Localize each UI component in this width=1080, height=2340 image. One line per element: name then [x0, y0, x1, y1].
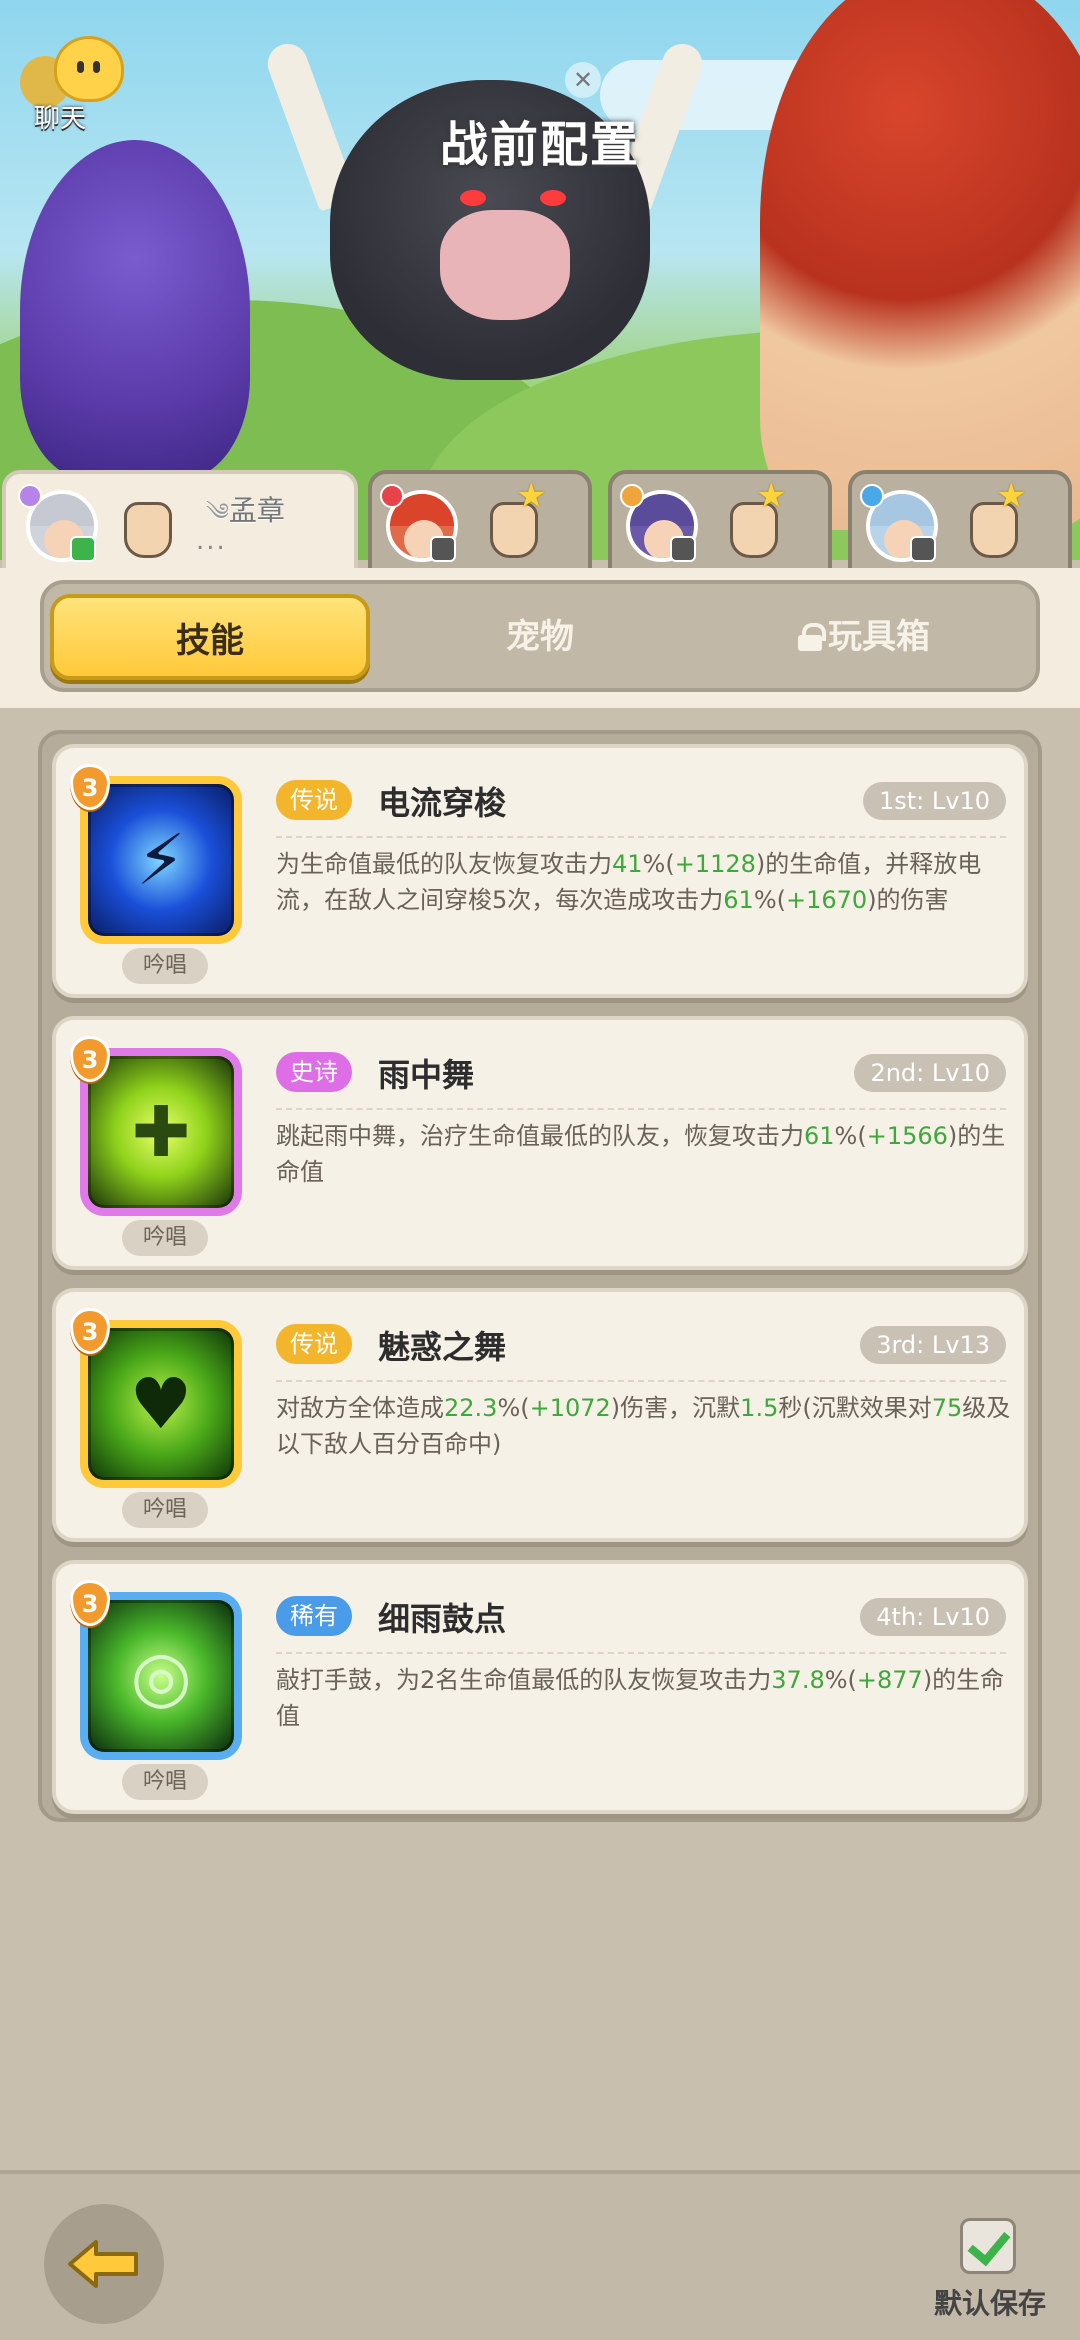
tab-toybox[interactable]: 玩具箱 — [704, 594, 1024, 680]
skill-slot-badge: 3rd: Lv13 — [860, 1326, 1006, 1364]
skill-slot-badge: 2nd: Lv10 — [854, 1054, 1006, 1092]
chat-badge-icon — [910, 536, 936, 562]
chat-badge-icon — [670, 536, 696, 562]
divider — [276, 1380, 1006, 1382]
rarity-badge: 传说 — [276, 780, 352, 820]
boar-eye — [540, 190, 566, 206]
tab-skills[interactable]: 技能 — [50, 594, 370, 680]
element-badge-icon — [380, 484, 404, 508]
chat-badge-icon — [70, 536, 96, 562]
element-badge-icon — [18, 484, 42, 508]
highlight-value: +1128 — [674, 850, 756, 878]
highlight-value: +1670 — [786, 886, 868, 914]
highlight-value: 1.5 — [740, 1394, 779, 1422]
tab-pets[interactable]: 宠物 — [380, 594, 700, 680]
skill-name: 电流穿梭 — [378, 784, 507, 822]
hero-tab-4[interactable]: ★ — [848, 470, 1072, 570]
hero-dots: ... — [196, 526, 227, 556]
description-text: 跳起雨中舞，治疗生命值最低的队友，恢复攻击力 — [276, 1122, 804, 1150]
highlight-value: 22.3 — [444, 1394, 498, 1422]
divider — [276, 836, 1006, 838]
skill-description: 跳起雨中舞，治疗生命值最低的队友，恢复攻击力61%(+1566)的生命值 — [276, 1118, 1014, 1190]
description-text: )的伤害 — [867, 886, 949, 914]
description-text: %( — [497, 1394, 530, 1422]
boar-snout — [440, 210, 570, 320]
divider — [276, 1652, 1006, 1654]
description-text: )伤害，沉默 — [610, 1394, 741, 1422]
description-text: %( — [834, 1122, 867, 1150]
lock-icon — [798, 623, 826, 651]
highlight-value: 41 — [612, 850, 643, 878]
highlight-value: +1566 — [866, 1122, 948, 1150]
description-text: %( — [753, 886, 786, 914]
hero-tab-2[interactable]: ★ — [368, 470, 592, 570]
boar-eye — [460, 190, 486, 206]
highlight-value: 61 — [723, 886, 754, 914]
skill-list: ⚡ 3 吟唱 传说 电流穿梭 1st: Lv10 为生命值最低的队友恢复攻击力4… — [38, 730, 1042, 1822]
red-hair-hero — [760, 0, 1080, 530]
hero-tabs: ༄孟章 ... ★ ★ ★ — [0, 470, 1080, 570]
category-tab-bar: 技能 宠物 玩具箱 — [40, 580, 1040, 692]
element-badge-icon — [860, 484, 884, 508]
rarity-badge: 传说 — [276, 1324, 352, 1364]
hand-icon: ★ — [962, 476, 1032, 564]
rarity-badge: 史诗 — [276, 1052, 352, 1092]
cast-tag: 吟唱 — [122, 948, 208, 984]
cast-tag: 吟唱 — [122, 1220, 208, 1256]
element-badge-icon — [620, 484, 644, 508]
highlight-value: +1072 — [529, 1394, 611, 1422]
skill-name: 魅惑之舞 — [378, 1328, 507, 1366]
skill-slot-badge: 4th: Lv10 — [860, 1598, 1006, 1636]
hand-icon: ★ — [482, 476, 552, 564]
description-text: 秒(沉默效果对 — [778, 1394, 932, 1422]
tab-toybox-label: 玩具箱 — [828, 617, 930, 657]
skill-card-2[interactable]: ✚ 3 吟唱 史诗 雨中舞 2nd: Lv10 跳起雨中舞，治疗生命值最低的队友… — [52, 1016, 1028, 1270]
description-text: %( — [824, 1666, 857, 1694]
cast-tag: 吟唱 — [122, 1764, 208, 1800]
cast-tag: 吟唱 — [122, 1492, 208, 1528]
page-title: 战前配置 — [439, 117, 640, 173]
highlight-value: 75 — [931, 1394, 963, 1422]
drum-icon: ◎ — [88, 1600, 234, 1752]
skill-card-4[interactable]: ◎ 3 吟唱 稀有 细雨鼓点 4th: Lv10 敲打手鼓，为2名生命值最低的队… — [52, 1560, 1028, 1814]
skill-slot-badge: 1st: Lv10 — [862, 782, 1006, 820]
category-panel: 技能 宠物 玩具箱 — [0, 568, 1080, 708]
skill-description: 敲打手鼓，为2名生命值最低的队友恢复攻击力37.8%(+877)的生命值 — [276, 1662, 1014, 1734]
back-arrow-icon — [68, 2240, 138, 2288]
skill-description: 为生命值最低的队友恢复攻击力41%(+1128)的生命值，并释放电流，在敌人之间… — [276, 846, 1014, 918]
divider — [276, 1108, 1006, 1110]
highlight-value: +877 — [856, 1666, 923, 1694]
description-text: 敲打手鼓，为2名生命值最低的队友恢复攻击力 — [276, 1666, 772, 1694]
skill-card-1[interactable]: ⚡ 3 吟唱 传说 电流穿梭 1st: Lv10 为生命值最低的队友恢复攻击力4… — [52, 744, 1028, 998]
back-button[interactable] — [44, 2204, 164, 2324]
purple-hair-hero — [20, 140, 250, 480]
rarity-badge: 稀有 — [276, 1596, 352, 1636]
hand-icon: ★ — [722, 476, 792, 564]
highlight-value: 37.8 — [771, 1666, 825, 1694]
skill-description: 对敌方全体造成22.3%(+1072)伤害，沉默1.5秒(沉默效果对75级及以下… — [276, 1390, 1014, 1462]
default-save-label: 默认保存 — [934, 2287, 1047, 2320]
chat-badge-icon — [430, 536, 456, 562]
chat-icon — [54, 36, 124, 102]
skill-name: 细雨鼓点 — [378, 1600, 507, 1638]
hand-icon — [116, 484, 186, 564]
description-text: 为生命值最低的队友恢复攻击力 — [276, 850, 612, 878]
hero-tab-3[interactable]: ★ — [608, 470, 832, 570]
skill-name: 雨中舞 — [378, 1056, 475, 1094]
highlight-value: 61 — [804, 1122, 835, 1150]
skill-card-3[interactable]: ♥ 3 吟唱 传说 魅惑之舞 3rd: Lv13 对敌方全体造成22.3%(+1… — [52, 1288, 1028, 1542]
charm-dance-icon: ♥ — [88, 1328, 234, 1480]
rain-dance-icon: ✚ — [88, 1056, 234, 1208]
description-text: 对敌方全体造成 — [276, 1394, 444, 1422]
default-save-checkbox[interactable] — [960, 2218, 1016, 2274]
x-mark-icon: ✕ — [565, 62, 601, 98]
footer-bar: 默认保存 — [0, 2170, 1080, 2340]
hero-tab-1[interactable]: ༄孟章 ... — [2, 470, 358, 570]
description-text: %( — [642, 850, 675, 878]
lightning-figure-icon: ⚡ — [88, 784, 234, 936]
